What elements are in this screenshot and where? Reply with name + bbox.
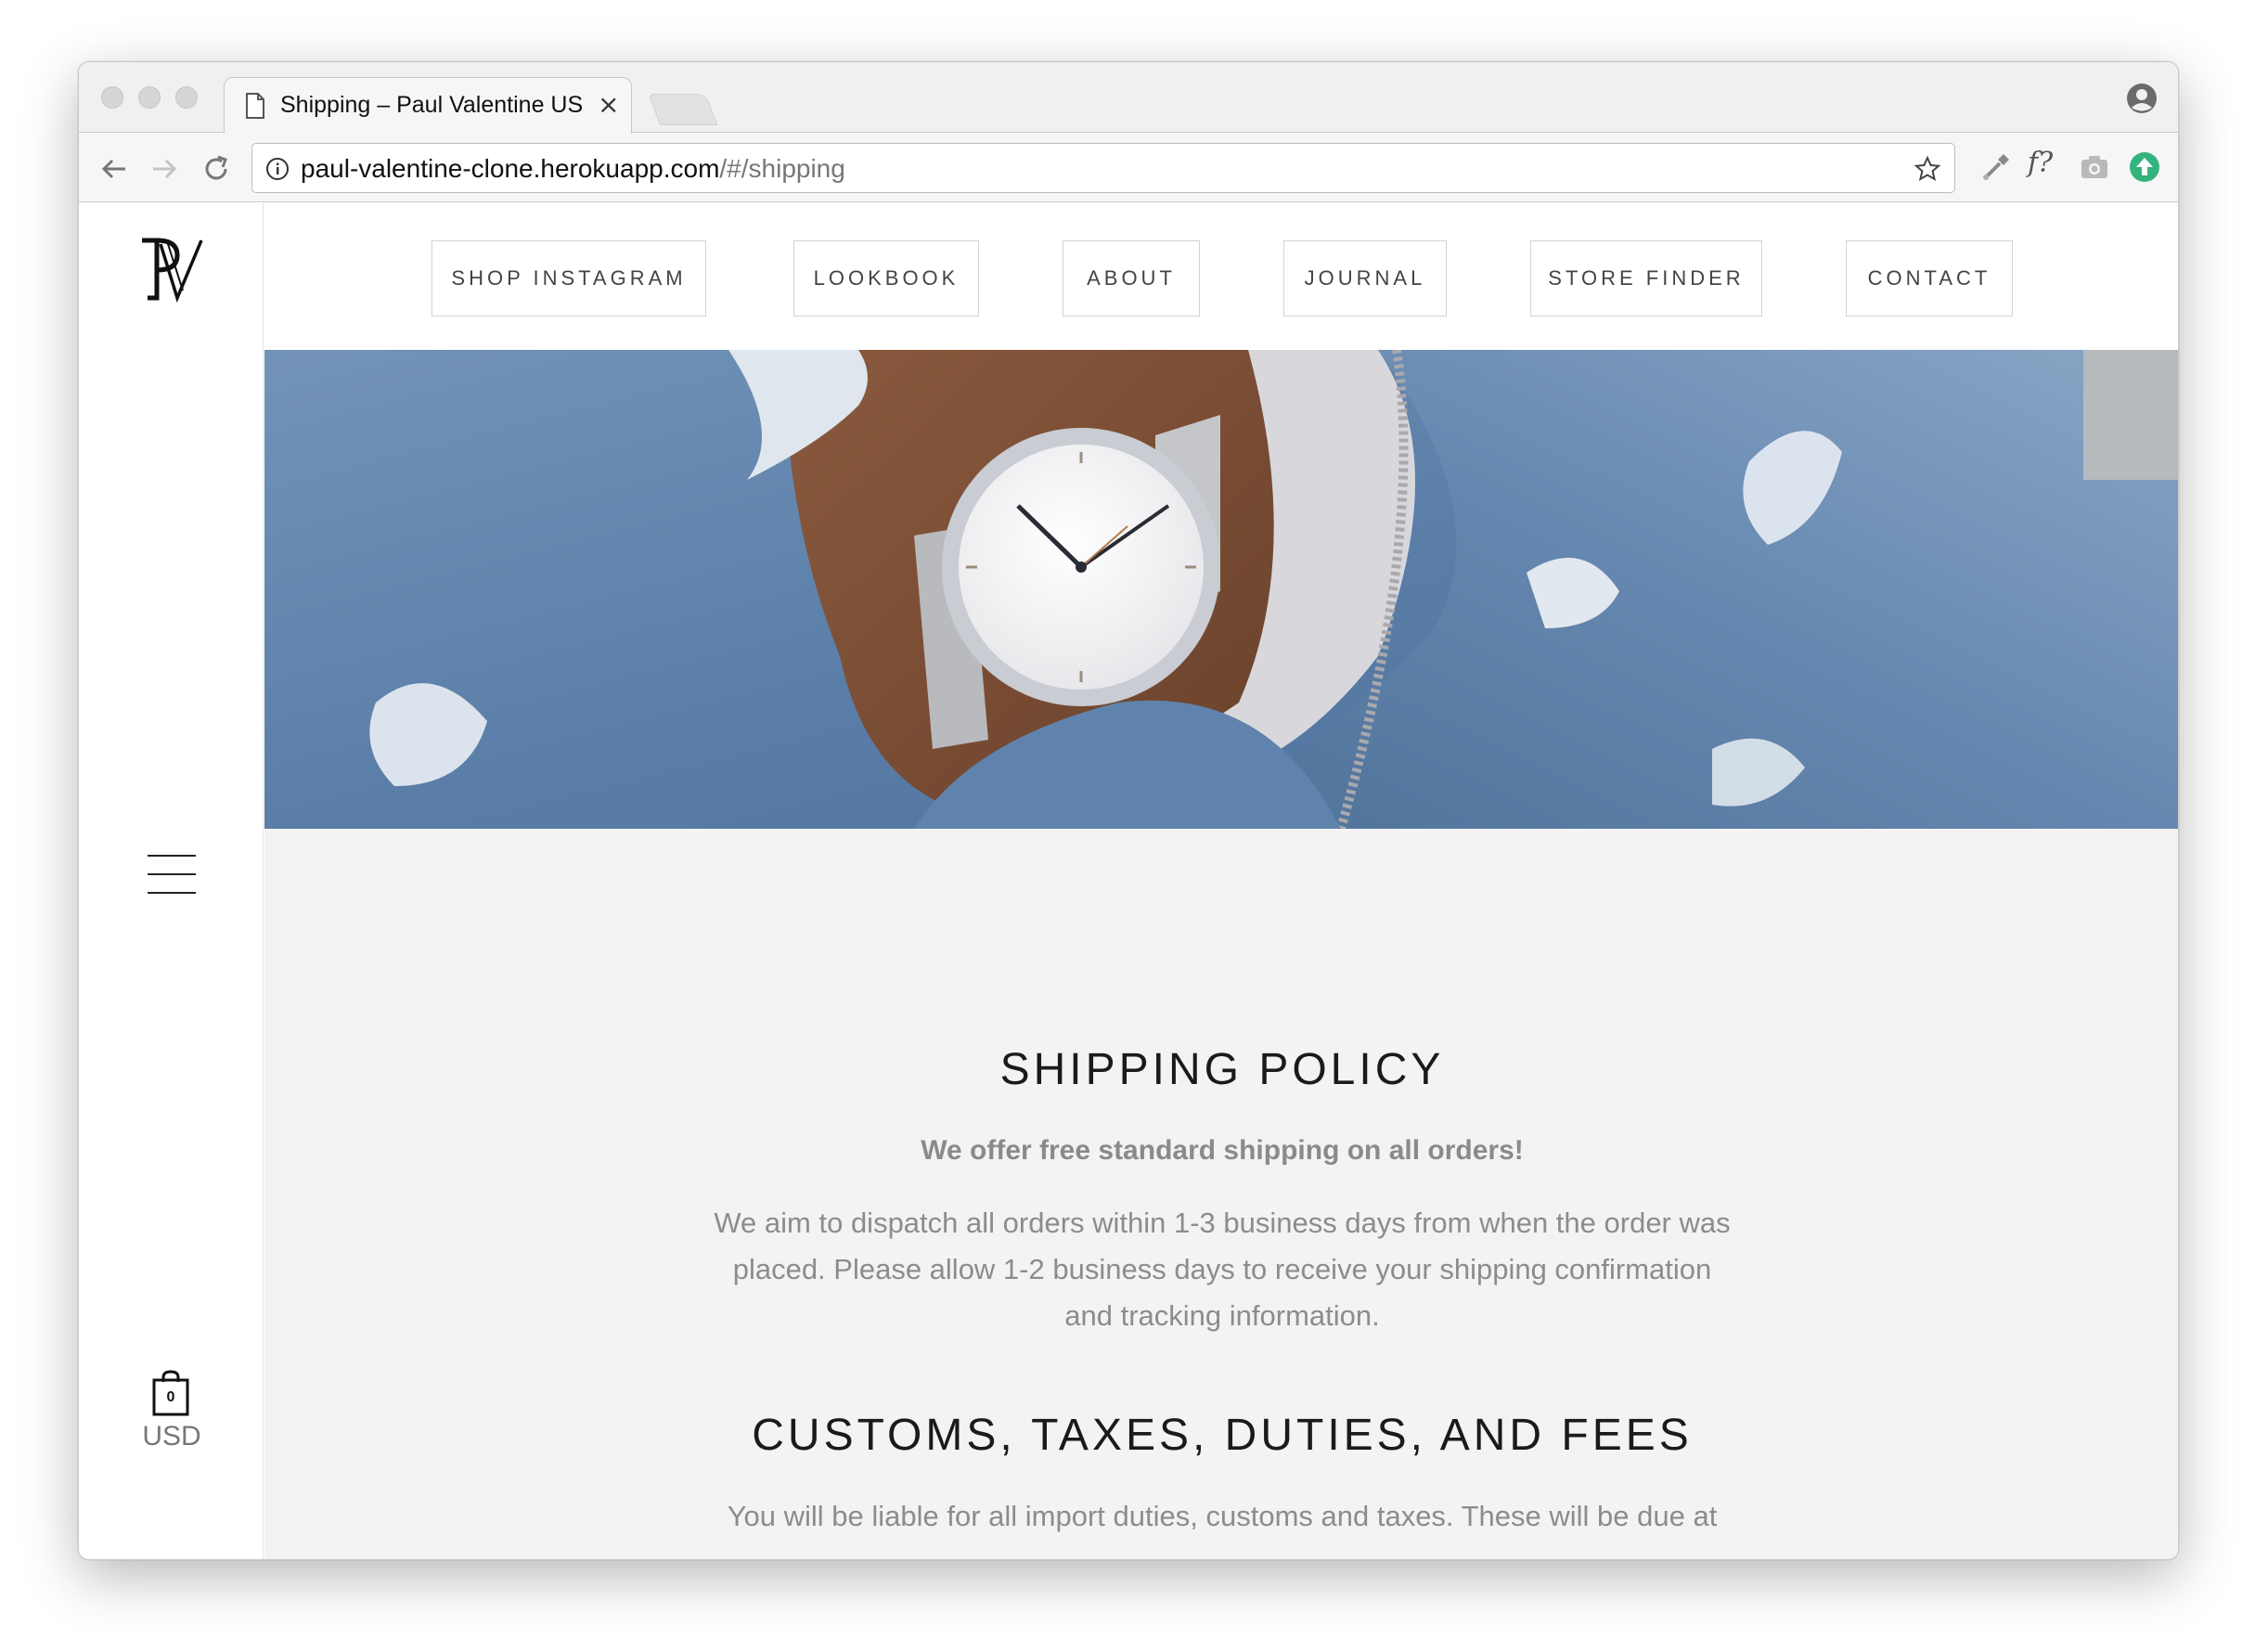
nav-journal[interactable]: JOURNAL — [1283, 240, 1447, 316]
back-arrow-icon[interactable] — [97, 152, 131, 186]
nav-lookbook[interactable]: LOOKBOOK — [793, 240, 979, 316]
menu-line — [148, 892, 196, 894]
url-text[interactable]: paul-valentine-clone.herokuapp.com/#/shi… — [301, 154, 845, 184]
browser-window: Shipping – Paul Valentine US × paul-vale… — [78, 61, 2179, 1560]
tab-strip: Shipping – Paul Valentine US × — [79, 62, 2178, 134]
minimize-window-button[interactable] — [138, 86, 161, 109]
sidebar: 0 USD — [79, 203, 264, 1559]
web-page: 0 USD SHOP INSTAGRAM LOOKBOOK ABOUT JOUR… — [79, 203, 2178, 1559]
shipping-policy-section: SHIPPING POLICY We offer free standard s… — [264, 829, 2178, 1559]
info-icon[interactable] — [265, 157, 290, 181]
document-icon — [246, 93, 264, 119]
reload-icon[interactable] — [200, 152, 233, 186]
nav-about[interactable]: ABOUT — [1063, 240, 1200, 316]
cart-count: 0 — [166, 1389, 175, 1405]
tab-title: Shipping – Paul Valentine US — [280, 92, 584, 118]
page-title: SHIPPING POLICY — [999, 1045, 1445, 1094]
upload-extension-icon[interactable] — [2128, 150, 2161, 184]
nav-shop-instagram[interactable]: SHOP INSTAGRAM — [432, 240, 706, 316]
nav-contact[interactable]: CONTACT — [1846, 240, 2013, 316]
wristwatch-denim-photo — [264, 350, 2178, 829]
url-host: paul-valentine-clone.herokuapp.com — [301, 154, 720, 183]
bookmark-star-icon[interactable] — [1914, 155, 1941, 183]
free-shipping-lead: We offer free standard shipping on all o… — [921, 1135, 1524, 1166]
zoom-window-button[interactable] — [175, 86, 198, 109]
dispatch-paragraph: We aim to dispatch all orders within 1-3… — [714, 1207, 1731, 1332]
nav-store-finder[interactable]: STORE FINDER — [1530, 240, 1762, 316]
customs-heading: CUSTOMS, TAXES, DUTIES, AND FEES — [752, 1411, 1693, 1460]
currency-selector[interactable]: USD — [116, 1421, 227, 1452]
address-bar[interactable]: paul-valentine-clone.herokuapp.com/#/shi… — [251, 143, 1955, 193]
eyedropper-icon[interactable] — [1979, 150, 2013, 184]
hero-banner-image — [264, 350, 2178, 829]
menu-icon[interactable] — [148, 855, 196, 896]
menu-line — [148, 873, 196, 875]
new-tab-button[interactable] — [648, 94, 718, 125]
menu-line — [148, 855, 196, 857]
tab-shipping[interactable]: Shipping – Paul Valentine US × — [224, 77, 632, 134]
main-content: SHOP INSTAGRAM LOOKBOOK ABOUT JOURNAL ST… — [264, 203, 2178, 1559]
tab-close-button[interactable]: × — [598, 89, 619, 120]
forward-arrow-icon[interactable] — [148, 152, 181, 186]
close-window-button[interactable] — [101, 86, 123, 109]
browser-toolbar: paul-valentine-clone.herokuapp.com/#/shi… — [79, 134, 2178, 202]
profile-icon[interactable] — [2126, 83, 2158, 114]
font-identifier-icon[interactable]: f? — [2028, 147, 2061, 180]
top-navigation: SHOP INSTAGRAM LOOKBOOK ABOUT JOURNAL ST… — [264, 203, 2178, 350]
pv-monogram-logo-icon[interactable] — [136, 235, 207, 303]
url-path: /#/shipping — [719, 154, 845, 183]
customs-paragraph: You will be liable for all import duties… — [727, 1500, 1718, 1532]
camera-icon[interactable] — [2078, 150, 2111, 184]
